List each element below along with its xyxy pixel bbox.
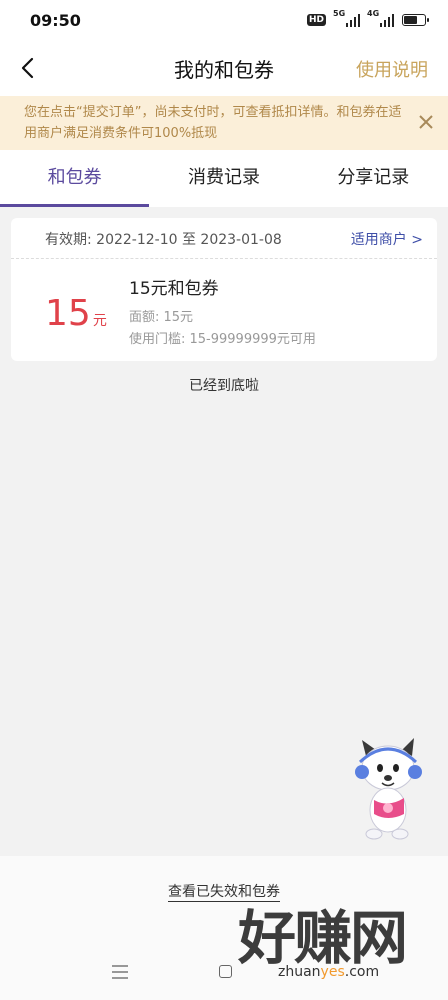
nav-bar: 我的和包券 使用说明 — [0, 40, 448, 96]
signal-4g-icon: 4G — [367, 9, 394, 27]
menu-icon[interactable] — [110, 964, 130, 980]
tab-share-records[interactable]: 分享记录 — [299, 150, 448, 207]
view-expired-coupons-link[interactable]: 查看已失效和包券 — [0, 881, 448, 902]
coupon-amount-unit: 元 — [92, 313, 107, 329]
close-icon[interactable] — [416, 112, 436, 132]
signal-5g-icon: 5G — [333, 9, 360, 27]
hd-icon: HD — [306, 14, 326, 26]
system-nav-bar — [0, 940, 448, 1000]
battery-icon — [402, 14, 429, 26]
coupon-card-header: 有效期: 2022-12-10 至 2023-01-08 适用商户 > — [11, 218, 437, 259]
coupon-threshold: 使用门槛: 15-99999999元可用 — [129, 332, 316, 347]
validity-period: 有效期: 2022-12-10 至 2023-01-08 — [45, 232, 282, 248]
coupon-amount: 15 元 — [45, 293, 107, 334]
notice-text: 您在点击“提交订单”，尚未支付时，可查看抵扣详情。和包券在适用商户满足消费条件可… — [24, 105, 402, 141]
coupon-card[interactable]: 有效期: 2022-12-10 至 2023-01-08 适用商户 > 15 元… — [11, 218, 437, 361]
end-of-list-text: 已经到底啦 — [189, 378, 259, 394]
tab-coupons[interactable]: 和包券 — [0, 150, 150, 207]
status-icons: HD 5G 4G — [306, 9, 429, 27]
status-bar: 09:50 HD 5G 4G — [0, 0, 448, 40]
coupon-face-value: 面额: 15元 — [129, 310, 194, 325]
tab-bar: 和包券 消费记录 分享记录 — [0, 150, 448, 207]
notice-banner: 您在点击“提交订单”，尚未支付时，可查看抵扣详情。和包券在适用商户满足消费条件可… — [0, 96, 448, 150]
coupon-amount-number: 15 — [45, 293, 91, 334]
coupon-name: 15元和包券 — [129, 279, 219, 299]
status-time: 09:50 — [30, 10, 81, 30]
tab-consumption-records[interactable]: 消费记录 — [149, 150, 298, 207]
usage-instructions-link[interactable]: 使用说明 — [356, 56, 428, 82]
applicable-merchants-link[interactable]: 适用商户 > — [351, 229, 423, 249]
assistant-mascot-icon[interactable] — [352, 738, 422, 842]
home-icon[interactable] — [219, 965, 232, 978]
